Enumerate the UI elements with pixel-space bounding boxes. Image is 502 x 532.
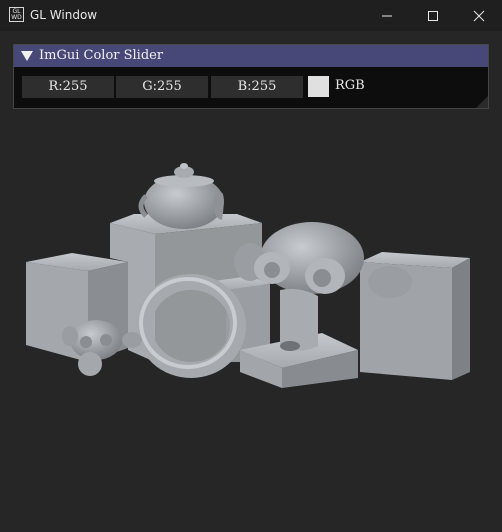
slider-red[interactable]: R:255 bbox=[22, 76, 114, 98]
window-title: GL Window bbox=[30, 8, 98, 22]
collapse-arrow-icon[interactable] bbox=[21, 51, 33, 61]
minimize-icon bbox=[382, 15, 392, 17]
teapot bbox=[138, 163, 224, 229]
slider-green[interactable]: G:255 bbox=[116, 76, 208, 98]
maximize-button[interactable] bbox=[410, 0, 456, 31]
color-mode-label: RGB bbox=[335, 78, 365, 93]
window-titlebar: GL WD GL Window bbox=[0, 0, 502, 31]
gl-viewport[interactable]: ImGui Color Slider R:255 G:255 B:255 RGB bbox=[0, 31, 502, 532]
color-swatch[interactable] bbox=[308, 76, 329, 97]
close-button[interactable] bbox=[456, 0, 502, 31]
close-icon bbox=[473, 10, 485, 22]
imgui-color-slider-window[interactable]: ImGui Color Slider R:255 G:255 B:255 RGB bbox=[13, 44, 489, 109]
resize-grip-icon[interactable] bbox=[476, 96, 488, 108]
imgui-title: ImGui Color Slider bbox=[39, 48, 164, 63]
imgui-title-bar[interactable]: ImGui Color Slider bbox=[14, 45, 488, 67]
app-icon: GL WD bbox=[9, 7, 24, 22]
maximize-icon bbox=[428, 11, 438, 21]
minimize-button[interactable] bbox=[364, 0, 410, 31]
slider-blue[interactable]: B:255 bbox=[211, 76, 303, 98]
